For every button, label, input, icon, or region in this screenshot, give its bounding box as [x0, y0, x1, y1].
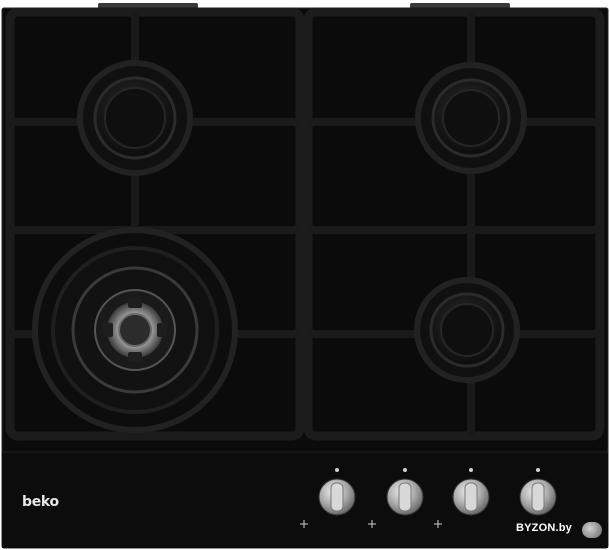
watermark-badge-icon: [582, 522, 602, 538]
brand-logo: beko: [22, 494, 59, 510]
control-knob-3[interactable]: [452, 478, 490, 516]
burner-top-left: [77, 60, 193, 176]
burner-top-right: [415, 62, 527, 174]
watermark-text: BYZON.by: [516, 522, 572, 534]
burner-bottom-right: [414, 277, 520, 383]
control-knob-1[interactable]: [318, 478, 356, 516]
gas-hob-illustration: [1, 3, 609, 549]
control-knob-2[interactable]: [386, 478, 424, 516]
wok-burner-bottom-left: [32, 227, 238, 433]
control-knob-4[interactable]: [519, 478, 557, 516]
